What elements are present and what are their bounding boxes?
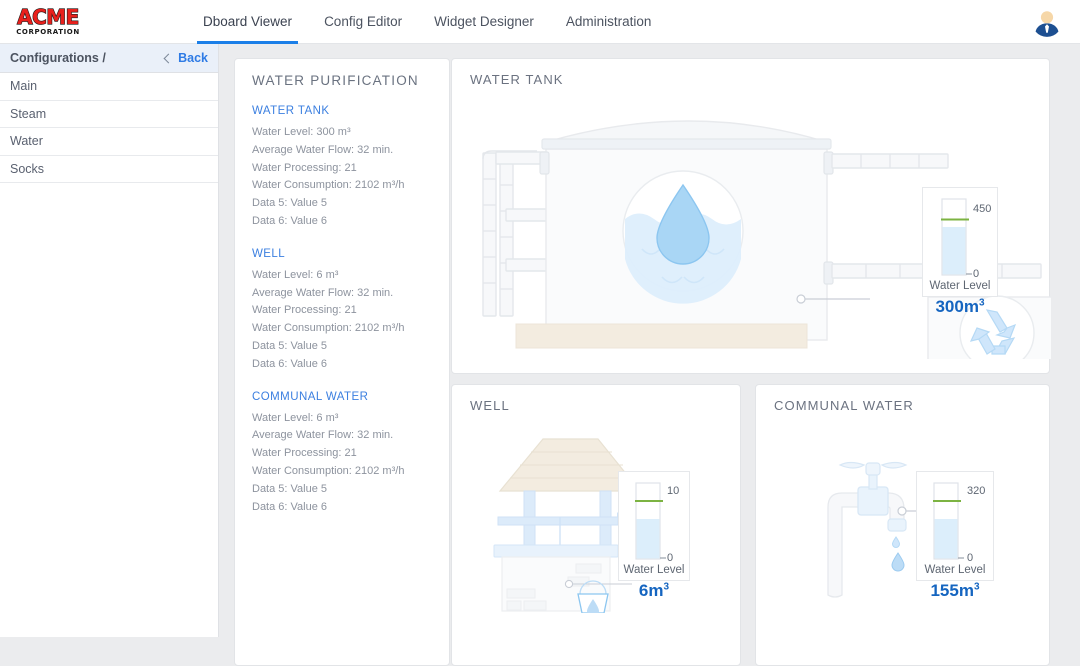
info-line: Water Processing: 21 (252, 447, 357, 460)
water-purification-info-card: WATER PURIFICATION WATER TANK Water Leve… (234, 58, 450, 666)
communal-water-gauge: 320 0 Water Level 155m3 (916, 471, 994, 600)
nav-tab-label: Administration (565, 14, 652, 29)
gauge-value-exponent: 3 (663, 581, 670, 593)
gauge-max-tick-label: 10 (667, 485, 680, 497)
info-line: Average Water Flow: 32 min. (252, 286, 394, 299)
info-group-water-tank: WATER TANK Water Level: 300 m³ Average W… (252, 105, 439, 231)
sidebar-item-main[interactable]: Main (0, 73, 218, 101)
gauge-value: 155m3 (917, 581, 993, 601)
chevron-left-icon (163, 53, 174, 63)
breadcrumb: Configurations / (10, 51, 106, 65)
info-card-title: WATER PURIFICATION (252, 73, 419, 88)
info-line: Average Water Flow: 32 min. (252, 429, 394, 442)
widget-title-water-tank: WATER TANK (470, 72, 564, 87)
info-line: Water Consumption: 2102 m³/h (252, 179, 405, 192)
back-button-label: Back (178, 51, 208, 65)
nav-tab-dboard-viewer[interactable]: Dboard Viewer (187, 0, 308, 44)
gauge-min-tick-label: 0 (973, 268, 980, 280)
nav-tab-label: Dboard Viewer (203, 14, 293, 29)
sidebar-item-label: Socks (10, 161, 45, 176)
user-avatar-icon (1032, 6, 1062, 37)
communal-water-widget-card: COMMUNAL WATER 320 0 Water Level 155m3 (755, 384, 1050, 666)
nav-tab-administration[interactable]: Administration (550, 0, 668, 44)
nav-tab-widget-designer[interactable]: Widget Designer (418, 0, 550, 44)
well-gauge: 10 0 Water Level 6m3 (618, 471, 690, 600)
info-line: Water Processing: 21 (252, 304, 357, 317)
acme-logo[interactable]: ACME CORPORATION (12, 5, 84, 39)
info-line: Water Level: 300 m³ (252, 126, 351, 138)
info-line: Water Level: 6 m³ (252, 411, 339, 424)
gauge-value-number: 6m (638, 581, 664, 600)
gauge-value-exponent: 3 (978, 297, 985, 309)
gauge-value: 300m3 (923, 297, 997, 317)
info-line: Water Level: 6 m³ (252, 268, 339, 281)
info-line: Water Processing: 21 (252, 161, 357, 174)
nav-tab-label: Widget Designer (434, 14, 534, 29)
water-tank-widget-card: WATER TANK 450 0 Water Level 300m3 (451, 58, 1051, 374)
gauge-label: Water Level (924, 564, 986, 576)
dashboard-main: WATER PURIFICATION WATER TANK Water Leve… (219, 44, 1080, 666)
sidebar-item-label: Water (10, 134, 43, 149)
sidebar-item-socks[interactable]: Socks (0, 156, 218, 183)
logo-wordmark: ACME (17, 4, 80, 29)
info-group-title: WATER TANK (252, 105, 330, 117)
sidebar-item-steam[interactable]: Steam (0, 101, 218, 128)
info-line: Data 5: Value 5 (252, 197, 328, 210)
gauge-label: Water Level (623, 564, 685, 576)
main-nav: Dboard Viewer Config Editor Widget Desig… (187, 0, 667, 44)
sidebar-item-water[interactable]: Water (0, 128, 218, 156)
widget-title-communal-water: COMMUNAL WATER (774, 398, 914, 413)
logo-subtitle: CORPORATION (16, 27, 80, 36)
info-line: Average Water Flow: 32 min. (252, 143, 394, 156)
info-line: Data 5: Value 5 (252, 482, 328, 495)
info-group-well: WELL Water Level: 6 m³ Average Water Flo… (252, 248, 439, 374)
info-line: Data 6: Value 6 (252, 214, 328, 227)
info-line: Water Consumption: 2102 m³/h (252, 322, 405, 335)
info-group-communal-water: COMMUNAL WATER Water Level: 6 m³ Average… (252, 391, 439, 517)
sidebar: Configurations / Back Main Steam Water S… (0, 44, 219, 637)
user-avatar[interactable] (1032, 6, 1062, 37)
gauge-value: 6m3 (619, 581, 689, 601)
info-line: Data 6: Value 6 (252, 357, 328, 370)
nav-tab-label: Config Editor (324, 14, 403, 29)
gauge-value-number: 155m (930, 581, 974, 600)
gauge-value-number: 300m (935, 297, 979, 316)
gauge-min-tick-label: 0 (667, 552, 674, 564)
info-card-body: WATER TANK Water Level: 300 m³ Average W… (252, 105, 439, 533)
gauge-label: Water Level (929, 280, 991, 292)
water-tank-gauge: 450 0 Water Level 300m3 (922, 187, 998, 316)
gauge-min-tick-label: 0 (967, 552, 974, 564)
nav-tab-config-editor[interactable]: Config Editor (308, 0, 418, 44)
widget-title-well: WELL (470, 398, 510, 413)
sidebar-header: Configurations / Back (0, 44, 218, 73)
gauge-max-tick-label: 320 (967, 485, 986, 497)
info-line: Data 5: Value 5 (252, 339, 328, 352)
sidebar-item-label: Main (10, 79, 38, 94)
info-line: Data 6: Value 6 (252, 500, 328, 513)
gauge-max-tick-label: 450 (973, 203, 992, 215)
gauge-value-exponent: 3 (973, 581, 980, 593)
well-illustration (493, 438, 640, 613)
info-line: Water Consumption: 2102 m³/h (252, 464, 405, 477)
sidebar-item-label: Steam (10, 106, 47, 121)
top-navigation-bar: ACME CORPORATION Dboard Viewer Config Ed… (0, 0, 1080, 44)
back-button[interactable]: Back (163, 51, 208, 65)
well-widget-card: WELL 10 0 Water Level 6m3 (451, 384, 741, 666)
info-group-title: COMMUNAL WATER (252, 390, 369, 403)
info-group-title: WELL (252, 247, 286, 260)
